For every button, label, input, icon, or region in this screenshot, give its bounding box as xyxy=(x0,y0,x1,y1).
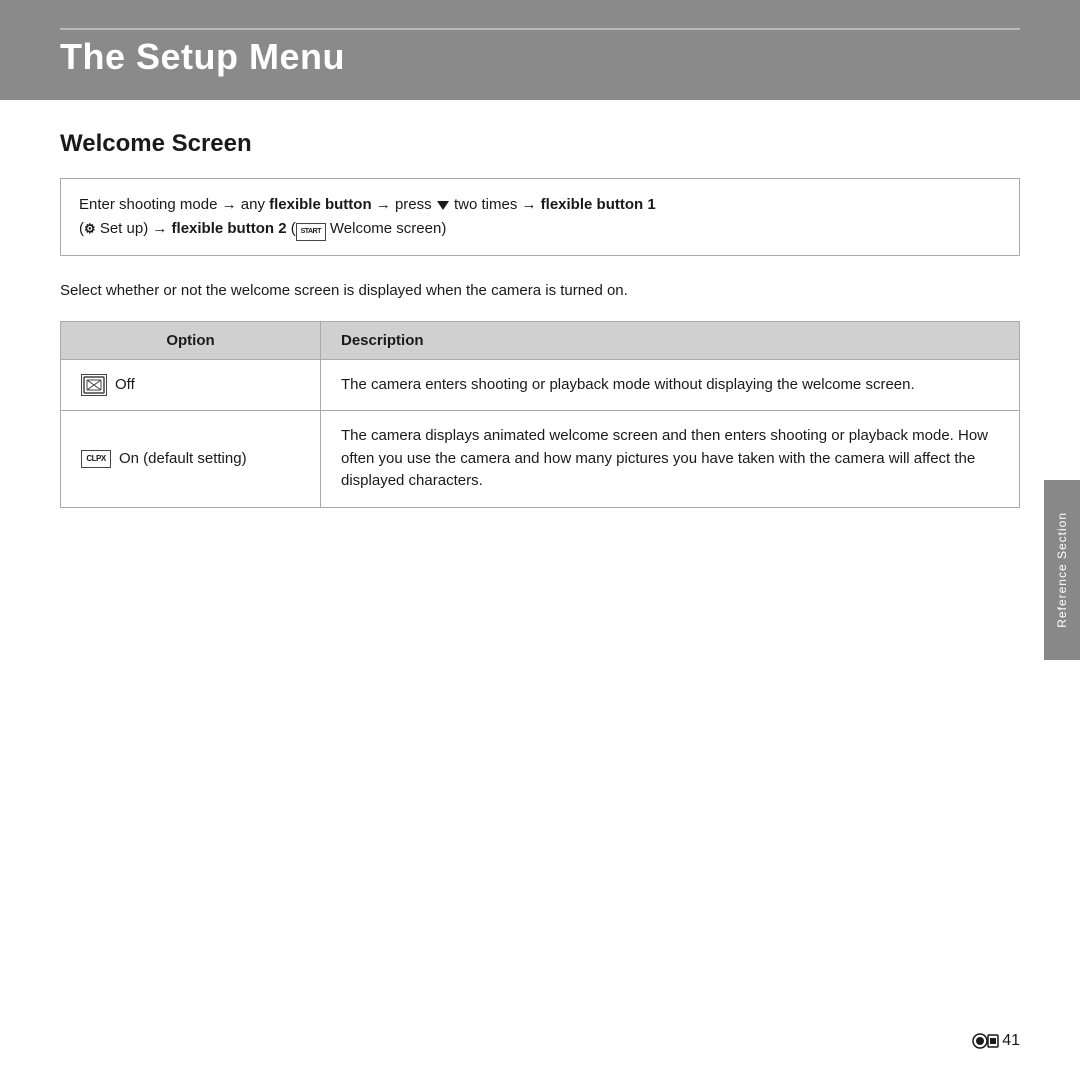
page-number-icon xyxy=(970,1032,1000,1050)
option-label-on: On (default setting) xyxy=(119,448,247,471)
instruction-line-2: (⚙ Set up) → flexible button 2 (START We… xyxy=(79,217,1001,241)
option-label-off: Off xyxy=(115,374,135,397)
on-icon: CLPX xyxy=(81,450,111,468)
section-heading: Welcome Screen xyxy=(60,130,1020,158)
description-cell-on: The camera displays animated welcome scr… xyxy=(321,411,1020,508)
description-cell-off: The camera enters shooting or playback m… xyxy=(321,359,1020,411)
option-cell-off: Off xyxy=(61,359,321,411)
col-header-option: Option xyxy=(61,321,321,359)
reference-tab-label: Reference Section xyxy=(1055,512,1069,628)
options-table: Option Description xyxy=(60,321,1020,508)
page-title: The Setup Menu xyxy=(60,36,1020,78)
table-header-row: Option Description xyxy=(61,321,1020,359)
option-cell-on: CLPX On (default setting) xyxy=(61,411,321,508)
description-text: Select whether or not the welcome screen… xyxy=(60,280,1020,303)
instruction-line-1: Enter shooting mode → any flexible butto… xyxy=(79,193,1001,217)
page-number-area: 41 xyxy=(970,1032,1020,1050)
content-area: Welcome Screen Enter shooting mode → any… xyxy=(0,100,1080,538)
col-header-description: Description xyxy=(321,321,1020,359)
off-icon xyxy=(81,374,107,396)
reference-section-tab: Reference Section xyxy=(1044,480,1080,660)
header-bar: The Setup Menu xyxy=(0,0,1080,100)
instruction-box: Enter shooting mode → any flexible butto… xyxy=(60,178,1020,256)
table-row: CLPX On (default setting) The camera dis… xyxy=(61,411,1020,508)
page-number: 41 xyxy=(1002,1032,1020,1050)
table-row: Off The camera enters shooting or playba… xyxy=(61,359,1020,411)
